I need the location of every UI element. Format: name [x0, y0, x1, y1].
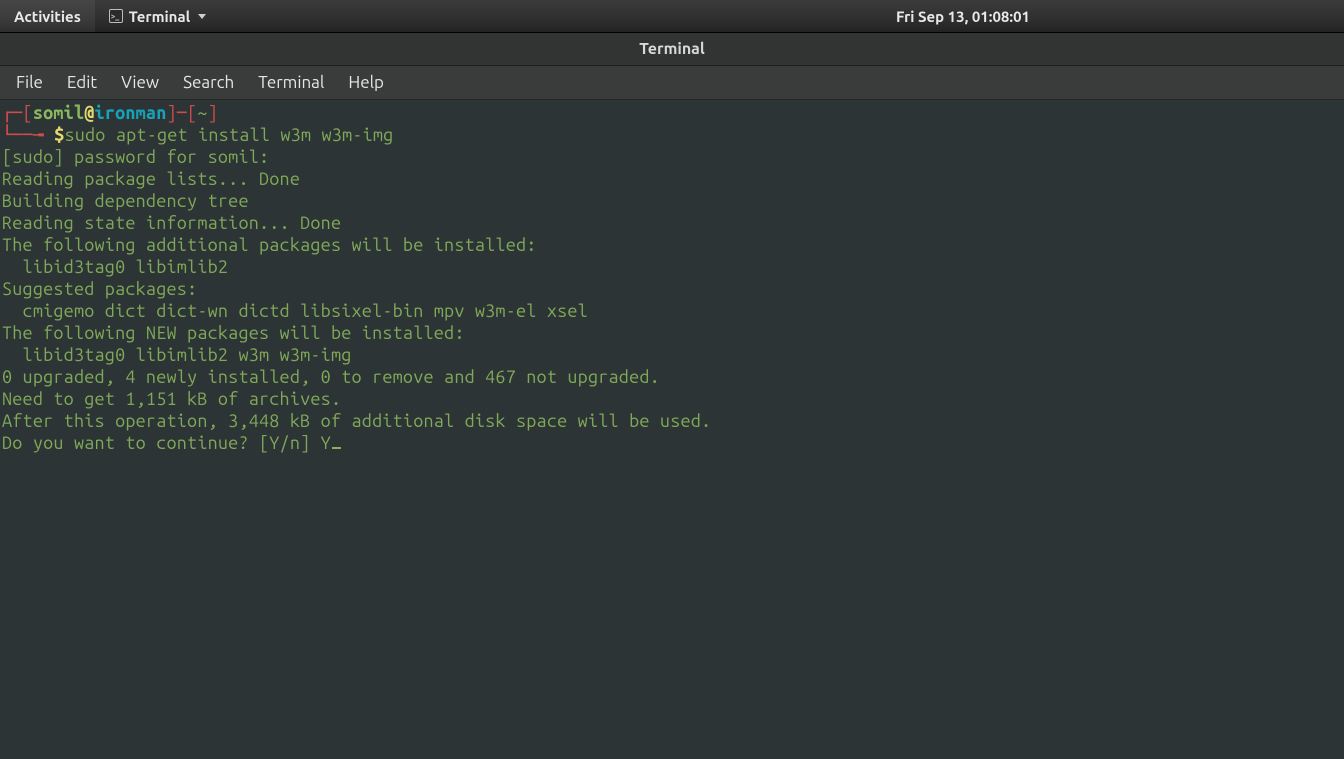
- output-line: Need to get 1,151 kB of archives.: [2, 389, 341, 409]
- prompt-host: ironman: [95, 103, 167, 123]
- menu-search[interactable]: Search: [171, 69, 246, 96]
- clock-button[interactable]: Fri Sep 13, 01:08:01: [882, 0, 1044, 32]
- app-menu-button[interactable]: >_ Terminal: [95, 0, 220, 32]
- output-line: Reading package lists... Done: [2, 169, 300, 189]
- output-line: libid3tag0 libimlib2 w3m w3m-img: [2, 345, 352, 365]
- prompt-user: somil: [33, 103, 84, 123]
- menu-edit[interactable]: Edit: [55, 69, 109, 96]
- prompt-at: @: [84, 103, 94, 123]
- output-line: Building dependency tree: [2, 191, 249, 211]
- cursor-icon: [332, 447, 341, 449]
- output-line: After this operation, 3,448 kB of additi…: [2, 411, 711, 431]
- prompt-cwd: ~: [197, 103, 207, 123]
- menu-label: Help: [348, 73, 384, 92]
- menu-file[interactable]: File: [4, 69, 55, 96]
- prompt-arrow: └──╼: [2, 125, 54, 145]
- terminal-app-icon: >_: [109, 9, 123, 23]
- terminal-viewport[interactable]: ┌─[somil@ironman]─[~] └──╼ $sudo apt-get…: [0, 100, 1344, 759]
- menu-label: File: [16, 73, 43, 92]
- output-line: cmigemo dict dict-wn dictd libsixel-bin …: [2, 301, 588, 321]
- prompt-dollar: $: [54, 125, 64, 145]
- menu-view[interactable]: View: [109, 69, 171, 96]
- chevron-down-icon: [198, 14, 206, 19]
- activities-label: Activities: [14, 8, 81, 25]
- prompt-bracket-mid: ]─[: [167, 103, 198, 123]
- output-line: Reading state information... Done: [2, 213, 341, 233]
- output-line: The following NEW packages will be insta…: [2, 323, 465, 343]
- prompt-bracket-open: ┌─[: [2, 103, 33, 123]
- output-line: libid3tag0 libimlib2: [2, 257, 228, 277]
- menu-label: Edit: [67, 73, 97, 92]
- menu-bar: File Edit View Search Terminal Help: [0, 66, 1344, 100]
- command-text: sudo apt-get install w3m w3m-img: [64, 125, 393, 145]
- menu-help[interactable]: Help: [336, 69, 396, 96]
- prompt-bracket-close: ]: [208, 103, 218, 123]
- output-line: Suggested packages:: [2, 279, 197, 299]
- menu-label: Search: [183, 73, 234, 92]
- activities-button[interactable]: Activities: [0, 0, 95, 32]
- gnome-top-panel: Activities >_ Terminal Fri Sep 13, 01:08…: [0, 0, 1344, 33]
- output-line: 0 upgraded, 4 newly installed, 0 to remo…: [2, 367, 660, 387]
- output-line: The following additional packages will b…: [2, 235, 537, 255]
- window-title-bar[interactable]: Terminal: [0, 33, 1344, 66]
- window-title: Terminal: [639, 40, 704, 58]
- output-line: [sudo] password for somil:: [2, 147, 269, 167]
- menu-label: Terminal: [258, 73, 324, 92]
- output-line: Do you want to continue? [Y/n] Y: [2, 433, 331, 453]
- app-menu-label: Terminal: [129, 8, 190, 25]
- menu-terminal[interactable]: Terminal: [246, 69, 336, 96]
- menu-label: View: [121, 73, 159, 92]
- clock-text: Fri Sep 13, 01:08:01: [896, 8, 1030, 25]
